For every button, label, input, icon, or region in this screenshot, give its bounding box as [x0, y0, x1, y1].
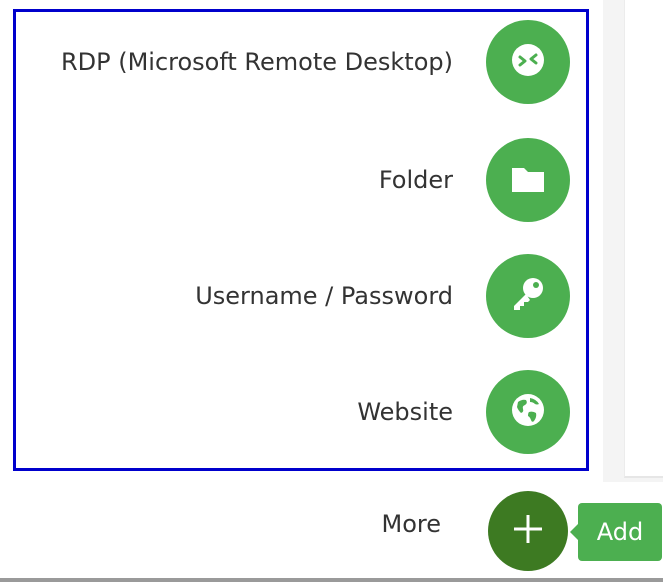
add-tooltip: Add — [578, 503, 662, 561]
plus-icon — [508, 509, 548, 553]
menu-item-folder[interactable]: Folder — [0, 138, 663, 222]
menu-item-label: Website — [357, 398, 453, 426]
app-stage: RDP (Microsoft Remote Desktop) Folder Us… — [0, 0, 663, 586]
website-button[interactable] — [486, 370, 570, 454]
folder-icon — [508, 158, 548, 202]
menu-item-label: Username / Password — [195, 282, 453, 310]
bottom-divider — [0, 578, 663, 582]
menu-item-label: RDP (Microsoft Remote Desktop) — [60, 48, 453, 76]
menu-item-rdp[interactable]: RDP (Microsoft Remote Desktop) — [0, 20, 663, 104]
add-button[interactable] — [488, 491, 568, 571]
menu-item-username-password[interactable]: Username / Password — [0, 254, 663, 338]
more-label: More — [381, 510, 442, 538]
globe-icon — [508, 390, 548, 434]
rdp-icon — [508, 40, 548, 84]
rdp-button[interactable] — [486, 20, 570, 104]
add-tooltip-label: Add — [596, 518, 644, 546]
menu-item-label: Folder — [378, 166, 453, 194]
folder-button[interactable] — [486, 138, 570, 222]
password-button[interactable] — [486, 254, 570, 338]
key-icon — [508, 274, 548, 318]
menu-item-website[interactable]: Website — [0, 370, 663, 454]
